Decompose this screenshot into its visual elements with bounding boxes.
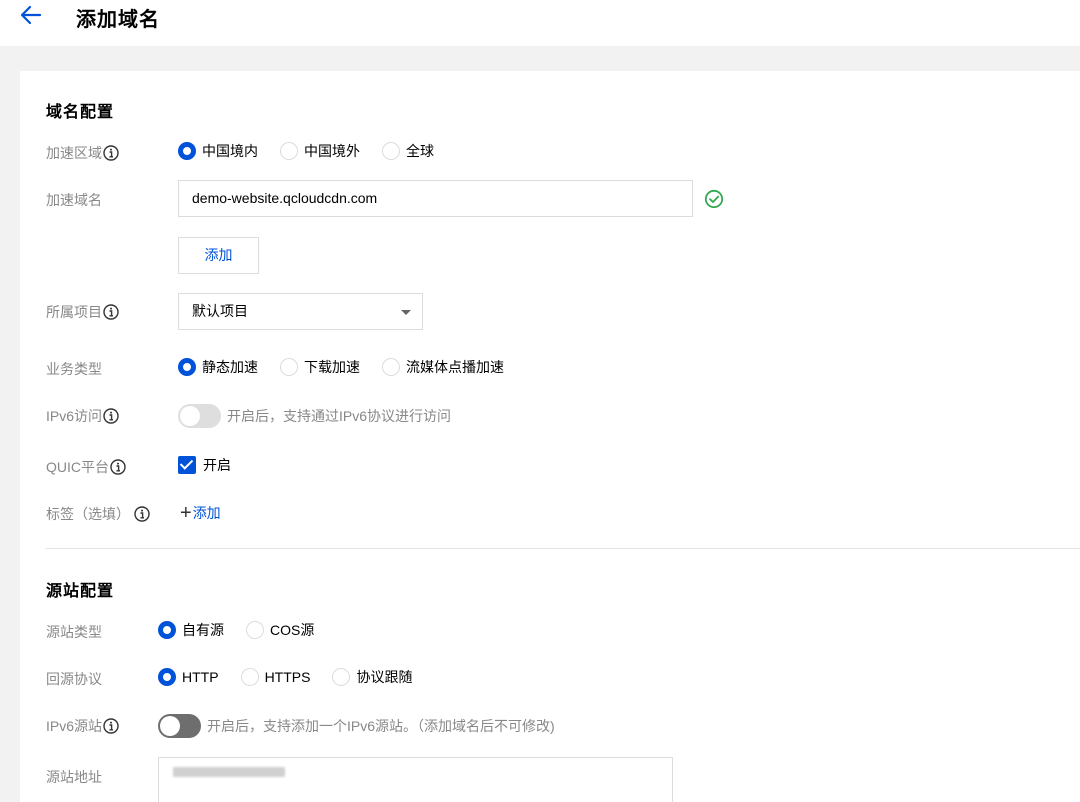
radio-self-origin[interactable]: 自有源 [158,620,224,640]
radio-streaming-accel[interactable]: 流媒体点播加速 [382,357,504,377]
info-icon[interactable] [103,718,119,734]
radio-dot [382,142,400,160]
radio-protocol-follow[interactable]: 协议跟随 [332,667,412,687]
project-label: 所属项目 [46,302,119,322]
radio-dot [178,142,196,160]
radio-static-accel[interactable]: 静态加速 [178,357,258,377]
section-divider [45,548,1080,549]
radio-dot [158,668,176,686]
tags-label: 标签（选填） [46,504,150,524]
radio-china-mainland[interactable]: 中国境内 [178,141,258,161]
quic-label: QUIC平台 [46,457,126,477]
ipv6-access-row: 开启后，支持通过IPv6协议进行访问 [178,404,451,428]
business-type-radio-group: 静态加速 下载加速 流媒体点播加速 [178,357,526,377]
ipv6-origin-label: IPv6源站 [46,716,119,736]
origin-type-label: 源站类型 [46,624,102,640]
ipv6-origin-row: 开启后，支持添加一个IPv6源站。（添加域名后不可修改) [158,714,555,738]
radio-https[interactable]: HTTPS [240,668,310,686]
radio-dot [382,358,400,376]
radio-dot [280,142,298,160]
info-icon[interactable] [134,506,150,522]
ipv6-origin-toggle[interactable] [158,714,201,738]
blurred-origin-text [173,767,285,777]
back-arrow-icon[interactable] [20,5,42,25]
origin-protocol-label: 回源协议 [46,671,102,687]
chevron-down-icon [401,310,411,315]
ipv6-origin-hint: 开启后，支持添加一个IPv6源站。（添加域名后不可修改) [207,718,555,734]
radio-cos-origin[interactable]: COS源 [246,620,314,640]
radio-dot [240,668,259,686]
form-card: 域名配置 加速区域 中国境内 中国境外 全球 加速域名 demo-website… [20,71,1080,802]
accel-domain-input[interactable]: demo-website.qcloudcdn.com [178,180,693,217]
origin-type-radio-group: 自有源 COS源 [158,620,336,640]
radio-dot [246,621,264,639]
section-title-origin: 源站配置 [46,583,115,600]
info-icon[interactable] [103,304,119,320]
radio-dot [332,668,351,686]
add-domain-button[interactable]: 添加 [178,237,259,274]
ipv6-access-toggle[interactable] [178,404,221,428]
radio-global[interactable]: 全球 [382,141,434,161]
plus-icon: + [180,502,192,524]
radio-http[interactable]: HTTP [158,668,219,686]
radio-dot [178,358,196,376]
checkbox-checked-icon [178,456,196,474]
ipv6-access-label: IPv6访问 [46,406,119,426]
radio-dot [280,358,298,376]
radio-outside-china[interactable]: 中国境外 [280,141,360,161]
toggle-knob [160,716,180,736]
business-type-label: 业务类型 [46,361,102,377]
section-title-domain: 域名配置 [46,104,115,121]
ipv6-access-hint: 开启后，支持通过IPv6协议进行访问 [227,408,452,424]
toggle-knob [180,406,200,426]
accel-domain-label: 加速域名 [46,192,102,208]
page-title: 添加域名 [76,9,160,31]
add-tag-link[interactable]: + 添加 [180,503,221,523]
origin-address-textarea[interactable] [158,757,673,802]
info-icon[interactable] [103,145,119,161]
top-bar: 添加域名 [0,0,1080,46]
accel-region-radio-group: 中国境内 中国境外 全球 [178,141,456,161]
info-icon[interactable] [110,459,126,475]
valid-check-icon [704,189,724,209]
accel-region-label: 加速区域 [46,143,119,163]
project-select[interactable]: 默认项目 [178,293,423,330]
radio-dot [158,621,176,639]
quic-checkbox[interactable]: 开启 [178,455,231,475]
origin-address-label: 源站地址 [46,769,102,785]
origin-protocol-radio-group: HTTP HTTPS 协议跟随 [158,667,434,687]
info-icon[interactable] [103,408,119,424]
radio-download-accel[interactable]: 下载加速 [280,357,360,377]
